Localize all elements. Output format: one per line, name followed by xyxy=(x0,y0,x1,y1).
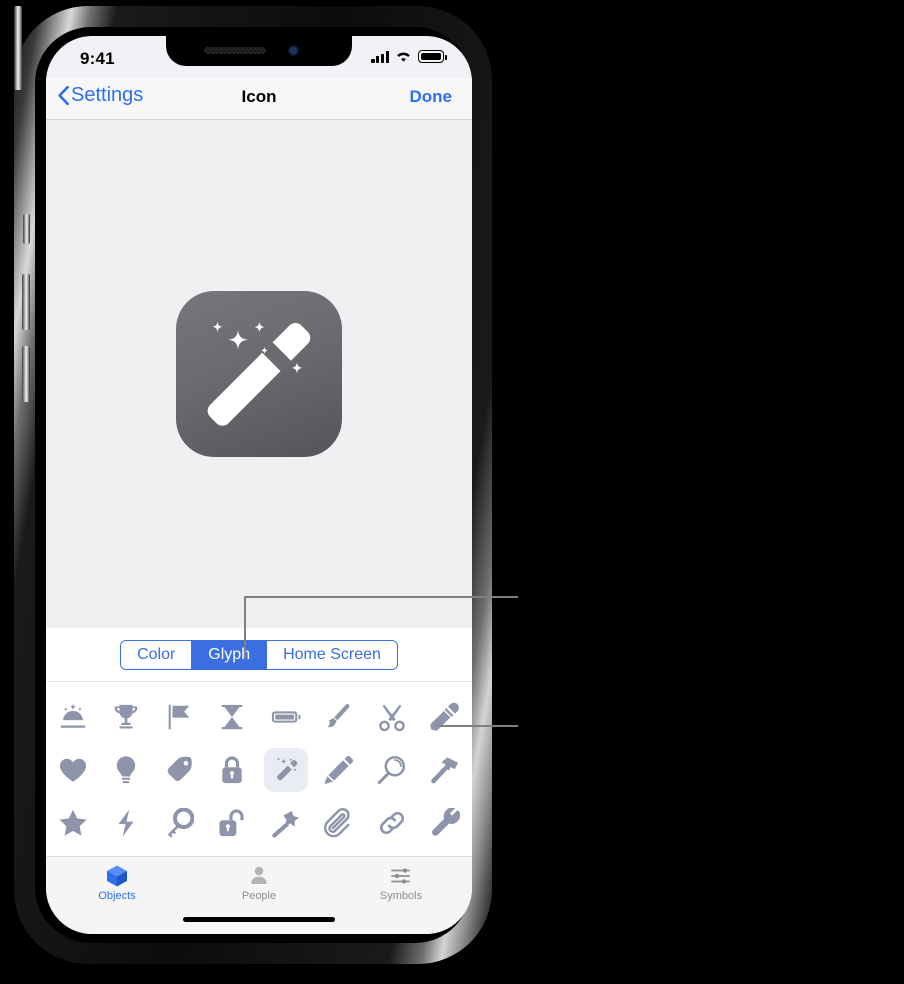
home-indicator[interactable] xyxy=(183,917,335,922)
glyph-cell-wand-star[interactable] xyxy=(259,796,312,849)
battery-icon xyxy=(271,710,301,723)
app-icon-preview xyxy=(176,291,342,457)
lightbulb-icon xyxy=(116,755,136,783)
glyph-cell-unlock[interactable] xyxy=(206,796,259,849)
power-button[interactable] xyxy=(14,6,22,90)
glyph-cell-link[interactable] xyxy=(366,796,419,849)
screenshot-stage: 9:41 Settings Icon Done Color Glyph Home… xyxy=(0,0,904,984)
glyph-cell-bolt[interactable] xyxy=(99,796,152,849)
tab-symbols[interactable]: Symbols xyxy=(330,864,472,902)
sliders-icon xyxy=(391,868,410,884)
magic-wand-app-icon xyxy=(207,321,311,426)
eyedropper-icon xyxy=(430,702,460,731)
glyph-cell-trophy[interactable] xyxy=(99,690,152,743)
earpiece-speaker-icon xyxy=(204,47,266,54)
pencil-icon xyxy=(324,755,353,784)
glyph-cell-wrench[interactable] xyxy=(419,796,472,849)
scissors-icon xyxy=(379,703,405,731)
status-time: 9:41 xyxy=(80,49,115,68)
notch xyxy=(166,36,352,66)
glyph-cell-lightbulb[interactable] xyxy=(99,743,152,796)
phone-screen: 9:41 Settings Icon Done Color Glyph Home… xyxy=(46,36,472,934)
battery-full-icon xyxy=(418,50,447,63)
callout-to-glyph-segment xyxy=(244,596,518,658)
glyph-cell-pencil[interactable] xyxy=(312,743,365,796)
wand-star-icon xyxy=(271,810,299,838)
tab-bar: Objects People Symbols xyxy=(46,856,472,934)
bolt-icon xyxy=(118,808,134,837)
glyph-cell-scissors[interactable] xyxy=(366,690,419,743)
magic-wand-icon xyxy=(276,756,297,780)
glyph-cell-star[interactable] xyxy=(46,796,99,849)
link-icon xyxy=(380,811,405,834)
navigation-bar: Settings Icon Done xyxy=(46,78,472,120)
wrench-icon xyxy=(432,807,461,836)
star-icon xyxy=(59,809,87,836)
tag-icon xyxy=(167,756,192,781)
flag-icon xyxy=(168,704,190,729)
glyph-cell-hammer[interactable] xyxy=(419,743,472,796)
glyph-row xyxy=(46,796,472,849)
sparkles-dome-icon xyxy=(60,703,85,728)
hourglass-icon xyxy=(222,704,243,729)
magnifier-icon xyxy=(377,755,406,784)
wifi-icon xyxy=(397,52,410,62)
glyph-cell-eyedropper[interactable] xyxy=(419,690,472,743)
cube-icon xyxy=(107,865,127,887)
volume-down-button[interactable] xyxy=(22,346,30,402)
glyph-cell-magnifier[interactable] xyxy=(366,743,419,796)
glyph-cell-hourglass[interactable] xyxy=(206,690,259,743)
glyph-grid xyxy=(46,682,472,858)
paperclip-icon xyxy=(323,807,350,837)
tab-people-label: People xyxy=(241,890,277,902)
glyph-cell-key[interactable] xyxy=(153,796,206,849)
glyph-cell-lock[interactable] xyxy=(206,743,259,796)
tab-objects-label: Objects xyxy=(98,890,136,902)
volume-up-button[interactable] xyxy=(22,274,30,330)
glyph-cell-magic-wand[interactable] xyxy=(259,743,312,796)
segment-color[interactable]: Color xyxy=(121,640,192,669)
glyph-cell-paperclip[interactable] xyxy=(312,796,365,849)
mute-switch-button[interactable] xyxy=(23,214,30,244)
icon-preview-area xyxy=(46,120,472,628)
glyph-row xyxy=(46,743,472,796)
selected-glyph-highlight xyxy=(263,747,308,792)
hammer-icon xyxy=(431,756,459,783)
trophy-icon xyxy=(114,704,138,729)
status-indicators xyxy=(371,50,447,63)
done-button[interactable]: Done xyxy=(410,87,453,107)
paintbrush-icon xyxy=(327,703,350,727)
unlock-icon xyxy=(219,808,244,836)
key-icon xyxy=(167,807,195,838)
tab-people[interactable]: People xyxy=(188,864,330,902)
person-icon xyxy=(251,866,267,884)
glyph-cell-paintbrush[interactable] xyxy=(312,690,365,743)
callout-to-eyedropper-glyph xyxy=(440,725,518,727)
glyph-cell-sparkles-dome[interactable] xyxy=(46,690,99,743)
tab-objects[interactable]: Objects xyxy=(46,864,188,902)
tab-symbols-label: Symbols xyxy=(379,890,423,902)
glyph-cell-tag[interactable] xyxy=(153,743,206,796)
lock-icon xyxy=(222,755,243,783)
heart-icon xyxy=(59,758,86,782)
glyph-row xyxy=(46,690,472,743)
page-title: Icon xyxy=(241,87,277,106)
glyph-cell-heart[interactable] xyxy=(46,743,99,796)
glyph-cell-flag[interactable] xyxy=(153,690,206,743)
glyph-cell-battery[interactable] xyxy=(259,690,312,743)
phone-frame: 9:41 Settings Icon Done Color Glyph Home… xyxy=(14,6,492,964)
front-camera-icon xyxy=(288,45,299,56)
cellular-bars-icon xyxy=(371,51,389,63)
